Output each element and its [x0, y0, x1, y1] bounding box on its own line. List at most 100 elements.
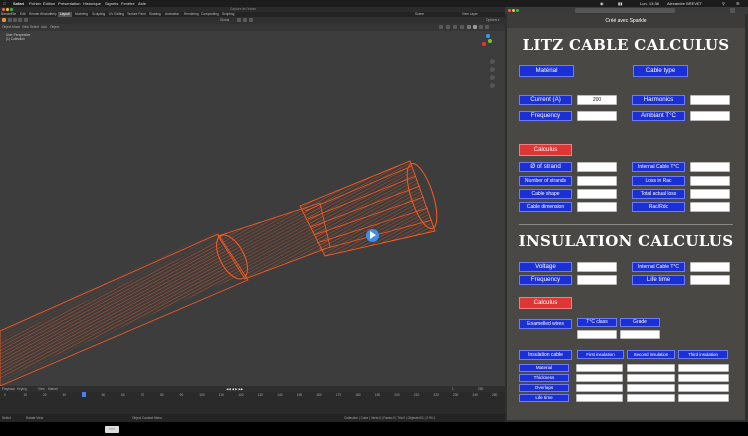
object-mode-selector[interactable]: Object Mode: [2, 25, 20, 29]
timeline-view-menu[interactable]: View: [38, 387, 45, 391]
cable-model[interactable]: [0, 31, 505, 386]
transform-orientation[interactable]: Global: [220, 18, 229, 22]
apple-icon[interactable]: : [3, 0, 6, 7]
lasso-select-icon[interactable]: [18, 18, 22, 22]
menu-item-history[interactable]: Historique: [83, 0, 101, 7]
menu-item-window[interactable]: Fenêtre: [121, 0, 135, 7]
gizmo-icon[interactable]: [446, 25, 450, 29]
total-loss-output[interactable]: [690, 189, 730, 199]
third-life-time-output[interactable]: [678, 394, 729, 402]
loss-rac-output[interactable]: [690, 176, 730, 186]
current-frame-marker[interactable]: [82, 392, 86, 397]
object-menu[interactable]: Object: [50, 25, 59, 29]
material-shading-icon[interactable]: [479, 25, 483, 29]
zoom-icon[interactable]: [10, 8, 13, 11]
life-time-output[interactable]: [690, 275, 730, 285]
first-thickness-input[interactable]: [576, 374, 623, 382]
third-material-input[interactable]: [678, 364, 729, 372]
insulation-calculus-button[interactable]: Calculus: [519, 297, 572, 309]
strand-diameter-output[interactable]: [577, 162, 617, 172]
current-input[interactable]: [577, 95, 617, 105]
menu-item-edit[interactable]: Édition: [43, 0, 55, 7]
select-tool-icon[interactable]: [2, 18, 6, 22]
overlay-icon[interactable]: [453, 25, 457, 29]
browser-close-icon[interactable]: [508, 9, 511, 12]
zoom-view-icon[interactable]: [490, 59, 495, 64]
select-menu[interactable]: Select: [30, 25, 39, 29]
cable-type-button[interactable]: Cable type: [633, 65, 688, 77]
first-life-time-output[interactable]: [576, 394, 623, 402]
box-select-icon[interactable]: [8, 18, 12, 22]
internal-temp-output[interactable]: [690, 162, 730, 172]
cable-dimension-output[interactable]: [577, 202, 617, 212]
snap-icon[interactable]: [243, 18, 247, 22]
address-bar[interactable]: [575, 8, 675, 13]
pan-view-icon[interactable]: [490, 67, 495, 72]
marker-menu[interactable]: Marker: [48, 387, 58, 391]
material-button[interactable]: Matérial: [519, 65, 574, 77]
search-icon[interactable]: ⚲: [722, 0, 725, 7]
x-axis-icon[interactable]: [482, 42, 486, 46]
tc-class-input[interactable]: [577, 330, 617, 339]
menubar-user[interactable]: Alexandre BREVET: [667, 0, 702, 7]
timeline-start[interactable]: 1: [452, 387, 454, 391]
view-menu[interactable]: View: [22, 25, 29, 29]
second-overlaps-input[interactable]: [627, 384, 675, 392]
cable-shape-output[interactable]: [577, 189, 617, 199]
first-material-input[interactable]: [576, 364, 623, 372]
menu-item-file[interactable]: Fichier: [29, 0, 41, 7]
camera-view-icon[interactable]: [490, 75, 495, 80]
browser-zoom-icon[interactable]: [516, 9, 519, 12]
litz-calculus-button[interactable]: Calculus: [519, 144, 572, 156]
playback-menu[interactable]: Playback: [2, 387, 15, 391]
proportional-edit-icon[interactable]: [249, 18, 253, 22]
share-icon[interactable]: [730, 8, 735, 13]
grade-input[interactable]: [620, 330, 660, 339]
enamelled-wires-button[interactable]: Enamelled wires: [519, 319, 572, 329]
xray-icon[interactable]: [460, 25, 464, 29]
ambient-temp-input[interactable]: [690, 111, 730, 121]
z-axis-icon[interactable]: [486, 34, 490, 38]
menu-item-help[interactable]: Aide: [138, 0, 146, 7]
rendered-shading-icon[interactable]: [485, 25, 489, 29]
third-thickness-input[interactable]: [678, 374, 729, 382]
control-center-icon[interactable]: ☰: [736, 0, 740, 7]
add-menu[interactable]: Add: [41, 25, 47, 29]
voltage-input[interactable]: [577, 262, 617, 272]
app-menu-name[interactable]: Safari: [13, 0, 24, 7]
ins-internal-temp-input[interactable]: [690, 262, 730, 272]
circle-select-icon[interactable]: [13, 18, 17, 22]
minimize-icon[interactable]: [6, 8, 9, 11]
insulation-cable-button[interactable]: Insulation cable: [519, 350, 572, 360]
keying-menu[interactable]: Keying: [17, 387, 27, 391]
harmonics-input[interactable]: [690, 95, 730, 105]
y-axis-icon[interactable]: [488, 39, 492, 43]
solid-shading-icon[interactable]: [473, 25, 477, 29]
wireframe-shading-icon[interactable]: [467, 25, 471, 29]
timeline-track[interactable]: 0102030405060708090100110120130140150160…: [0, 392, 505, 414]
wifi-icon[interactable]: ◉: [600, 0, 604, 7]
3d-viewport[interactable]: User Perspective (1) Collection: [0, 31, 505, 386]
browser-minimize-icon[interactable]: [512, 9, 515, 12]
second-material-input[interactable]: [627, 364, 675, 372]
strand-count-output[interactable]: [577, 176, 617, 186]
third-overlaps-input[interactable]: [678, 384, 729, 392]
frequency-input[interactable]: [577, 111, 617, 121]
pivot-icon[interactable]: [237, 18, 241, 22]
second-thickness-input[interactable]: [627, 374, 675, 382]
visibility-icon[interactable]: [439, 25, 443, 29]
close-icon[interactable]: [2, 8, 5, 11]
screenshot-thumbnail[interactable]: ▭▭: [105, 426, 119, 433]
options-menu[interactable]: Options ▾: [486, 18, 499, 22]
playback-controls-icon[interactable]: ◀◀ ◀ ▶ ▶▶: [226, 387, 243, 391]
menu-item-view[interactable]: Présentation: [58, 0, 80, 7]
mode-icon[interactable]: [24, 18, 28, 22]
menu-item-bookmarks[interactable]: Signets: [105, 0, 118, 7]
first-overlaps-input[interactable]: [576, 384, 623, 392]
menubar-clock[interactable]: Lun. 13:38: [640, 0, 659, 7]
play-button[interactable]: [366, 229, 379, 242]
ortho-toggle-icon[interactable]: [490, 83, 495, 88]
rac-rdc-output[interactable]: [690, 202, 730, 212]
battery-icon[interactable]: ▮▮: [618, 0, 622, 7]
timeline-end[interactable]: 250: [478, 387, 483, 391]
